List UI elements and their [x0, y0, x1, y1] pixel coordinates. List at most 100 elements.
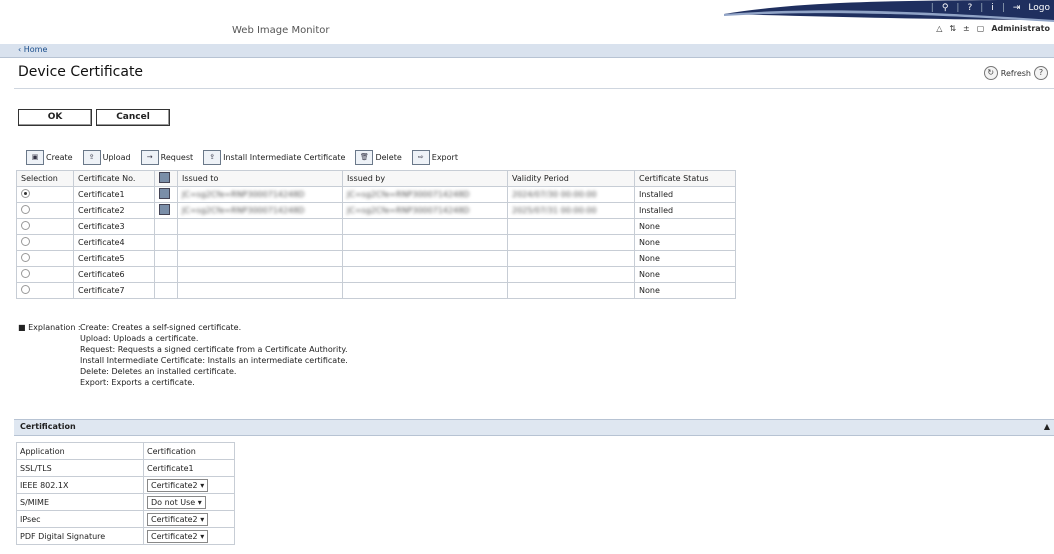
table-row: S/MIME Do not Use ▾ [16, 493, 235, 511]
status: None [634, 250, 736, 267]
status-icon-3: ± [963, 24, 970, 33]
status: None [634, 266, 736, 283]
col-icon [154, 170, 178, 187]
table-row: Certificate7 None [16, 282, 736, 299]
select-radio[interactable] [21, 253, 30, 262]
selection-cell [16, 250, 74, 267]
top-icon-bar: | ⚲ | ? | i | ⇥ Logo [930, 3, 1050, 13]
certificate-toolbar: ▣ Create ⇪ Upload → Request ⇪ Install Interm… [26, 150, 458, 165]
validity [507, 218, 635, 235]
icon-cell [154, 234, 178, 251]
status-icon-2: ⇅ [949, 24, 957, 33]
explanation-line: Export: Exports a certificate. [80, 378, 195, 387]
table-row: Certificate4 None [16, 234, 736, 251]
certification-cell: Certificate2 ▾ [143, 510, 235, 528]
validity [507, 266, 635, 283]
status: None [634, 218, 736, 235]
cert-name: Certificate6 [73, 266, 155, 283]
selection-cell [16, 234, 74, 251]
search-icon[interactable]: ⚲ [942, 3, 949, 13]
icon-cell [154, 250, 178, 267]
user-label: Administrato [991, 24, 1050, 33]
col-cert-no: Certificate No. [73, 170, 155, 187]
select-radio[interactable] [21, 285, 30, 294]
selection-cell [16, 218, 74, 235]
cert-name: Certificate4 [73, 234, 155, 251]
refresh-control[interactable]: ↻ Refresh ? [983, 66, 1048, 80]
certification-select[interactable]: Certificate2 ▾ [147, 478, 209, 492]
issued-by [342, 218, 508, 235]
cert-name: Certificate3 [73, 218, 155, 235]
select-radio[interactable] [21, 237, 30, 246]
certificate-icon[interactable] [159, 188, 170, 199]
issued-by: JC=sg2Cfe=RNP3000714248D [342, 202, 508, 219]
issued-to [177, 234, 343, 251]
icon-cell [154, 202, 178, 219]
select-radio[interactable] [21, 269, 30, 278]
issued-to [177, 282, 343, 299]
logout-link[interactable]: Logo [1028, 3, 1050, 13]
request-button[interactable]: → Request [140, 150, 193, 165]
validity: 2025/07/31 00:00:00 [507, 202, 635, 219]
validity [507, 250, 635, 267]
certificate-icon[interactable] [159, 204, 170, 215]
validity: 2024/07/30 00:00:00 [507, 186, 635, 203]
table-row: Certificate6 None [16, 266, 736, 283]
icon-cell [154, 186, 178, 203]
logout-icon[interactable]: ⇥ [1013, 3, 1021, 13]
select-radio[interactable] [21, 189, 30, 198]
select-radio[interactable] [21, 205, 30, 214]
certification-value: Certificate1 [143, 459, 235, 477]
explanation-line: Create: Creates a self-signed certificat… [80, 323, 242, 332]
issued-by [342, 282, 508, 299]
explanation-line: Upload: Uploads a certificate. [80, 334, 199, 343]
table-row: SSL/TLS Certificate1 [16, 459, 235, 477]
delete-button[interactable]: 🗑 Delete [355, 150, 402, 165]
install-intermediate-button[interactable]: ⇪ Install Intermediate Certificate [203, 150, 345, 165]
certificate-table: Selection Certificate No. Issued to Issu… [16, 170, 736, 299]
col-issued-by: Issued by [342, 170, 508, 187]
application-name: IPsec [16, 510, 144, 528]
refresh-icon[interactable]: ↻ [983, 66, 998, 80]
status: None [634, 234, 736, 251]
divider [14, 88, 1054, 89]
col-validity: Validity Period [507, 170, 635, 187]
explanation-line: Delete: Deletes an installed certificate… [80, 367, 237, 376]
collapse-icon[interactable]: ▲ [1044, 422, 1050, 431]
icon-cell [154, 282, 178, 299]
col-status: Certificate Status [634, 170, 736, 187]
user-row: △ ⇅ ± ▢ Administrato [936, 24, 1050, 33]
export-icon: ⇨ [411, 150, 430, 165]
issued-to [177, 250, 343, 267]
table-row: Certificate1 JC=sg2Cfe=RNP3000714248D JC… [16, 186, 736, 203]
certification-select[interactable]: Certificate2 ▾ [147, 529, 209, 543]
cert-name: Certificate5 [73, 250, 155, 267]
help-icon[interactable]: ? [967, 3, 972, 13]
certification-section-header[interactable]: Certification ▲ [14, 419, 1054, 436]
help-icon[interactable]: ? [1034, 66, 1048, 80]
table-header-row: Application Certification [16, 442, 235, 460]
status: Installed [634, 186, 736, 203]
application-name: SSL/TLS [16, 459, 144, 477]
certification-select[interactable]: Do not Use ▾ [147, 495, 206, 509]
col-certification: Certification [143, 442, 235, 460]
issued-to: JC=sg2Cfe=RNP3000714248D [177, 202, 343, 219]
explanation-lines: Create: Creates a self-signed certificat… [80, 322, 348, 388]
ok-button[interactable]: OK [18, 109, 92, 126]
cancel-button[interactable]: Cancel [96, 109, 170, 126]
export-button[interactable]: ⇨ Export [411, 150, 458, 165]
refresh-label[interactable]: Refresh [1001, 69, 1031, 78]
status: Installed [634, 202, 736, 219]
page-title: Device Certificate [18, 64, 144, 80]
upload-button[interactable]: ⇪ Upload [82, 150, 131, 165]
issued-by [342, 266, 508, 283]
info-icon[interactable]: i [991, 3, 994, 13]
create-button[interactable]: ▣ Create [26, 150, 73, 165]
col-selection: Selection [16, 170, 74, 187]
col-application: Application [16, 442, 144, 460]
select-radio[interactable] [21, 221, 30, 230]
issued-by: JC=sg2Cfe=RNP3000714248D [342, 186, 508, 203]
certification-select[interactable]: Certificate2 ▾ [147, 512, 209, 526]
icon-cell [154, 266, 178, 283]
home-link[interactable]: ‹ Home [18, 45, 47, 54]
